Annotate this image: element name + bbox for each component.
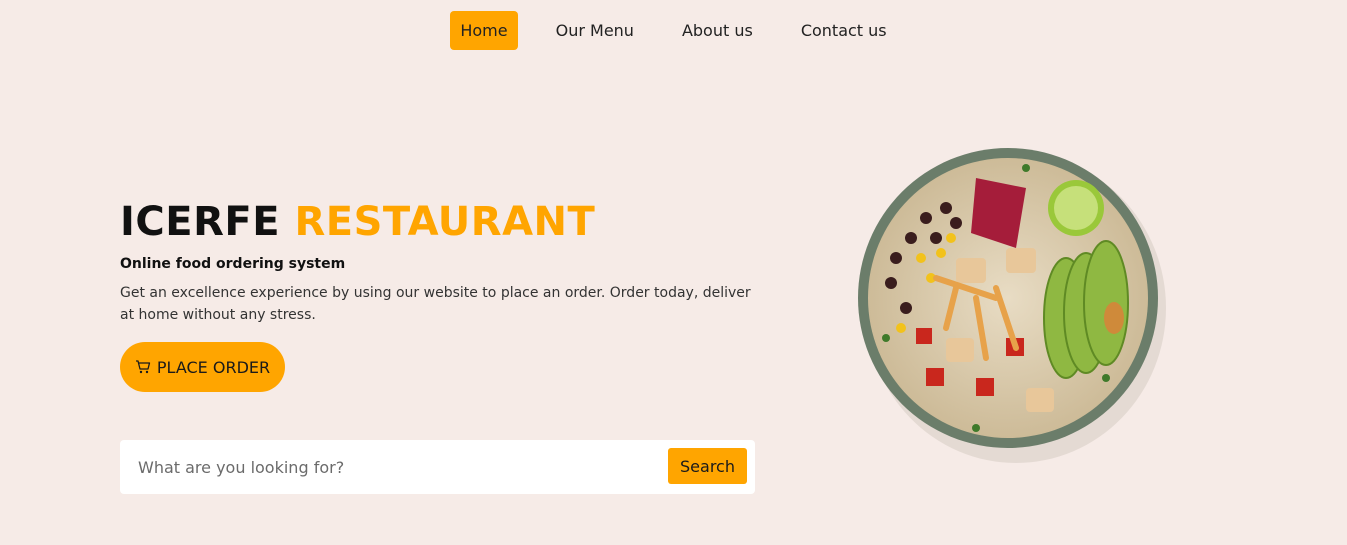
hero-subtitle: Online food ordering system [120, 256, 346, 272]
search-input[interactable] [138, 453, 658, 481]
place-order-label: PLACE ORDER [156, 357, 271, 377]
nav-contact-us[interactable]: Contact us [791, 11, 897, 50]
main-nav: Home Our Menu About us Contact us [0, 11, 1347, 50]
search-button[interactable]: Search [668, 448, 747, 484]
hero-title: ICERFE RESTAURANT [120, 199, 595, 245]
search-box: Search [120, 440, 755, 494]
nav-about-us[interactable]: About us [672, 11, 763, 50]
place-order-button[interactable]: PLACE ORDER [120, 342, 285, 392]
food-bowl-image [856, 138, 1166, 468]
hero-description: Get an excellence experience by using ou… [120, 285, 751, 323]
nav-home[interactable]: Home [450, 11, 518, 50]
hero-title-main: ICERFE [120, 199, 281, 245]
hero-title-accent: RESTAURANT [294, 199, 596, 245]
nav-our-menu[interactable]: Our Menu [546, 11, 644, 50]
cart-icon [135, 359, 151, 375]
